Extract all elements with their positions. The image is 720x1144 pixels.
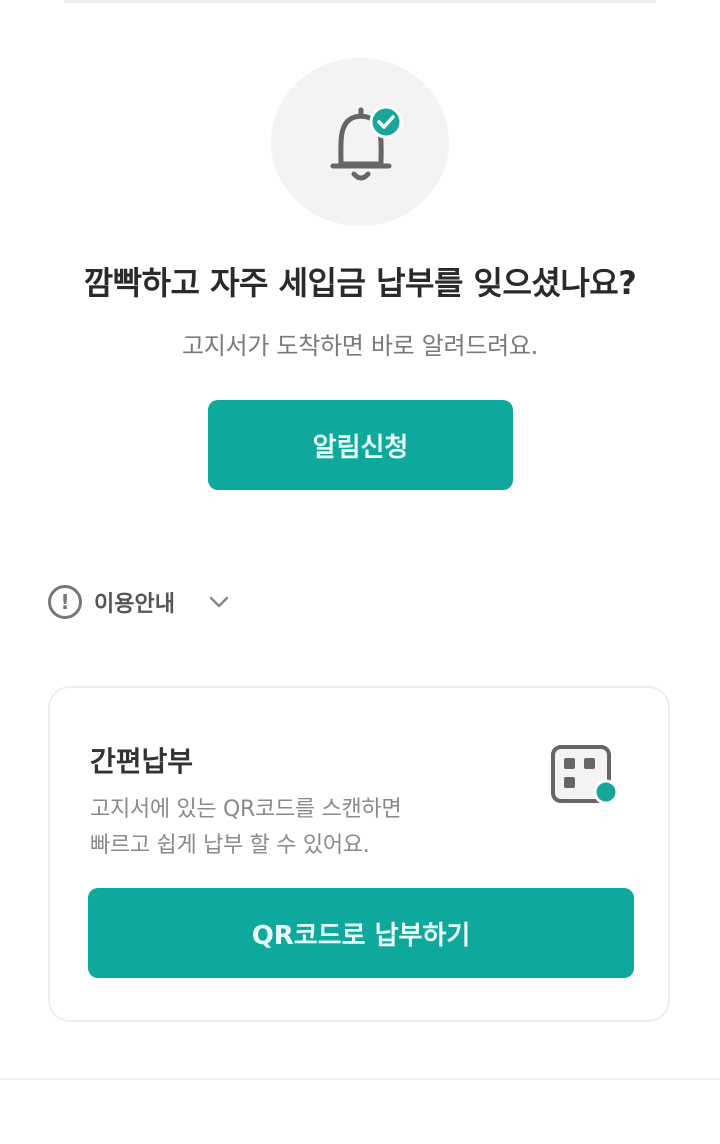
top-divider xyxy=(64,0,656,3)
qr-scan-icon xyxy=(551,745,619,805)
info-circle-icon: ! xyxy=(48,585,82,619)
easy-pay-desc-line2: 빠르고 쉽게 납부 할 수 있어요. xyxy=(90,833,370,858)
notice-subline: 고지서가 도착하면 바로 알려드려요. xyxy=(181,332,538,360)
easy-pay-description: 고지서에 있는 QR코드를 스캔하면 빠르고 쉽게 납부 할 수 있어요. xyxy=(90,792,490,864)
easy-pay-desc-line1: 고지서에 있는 QR코드를 스캔하면 xyxy=(90,797,402,822)
subscribe-alert-button[interactable]: 알림신청 xyxy=(208,400,513,490)
usage-guide-label: 이용안내 xyxy=(94,592,175,617)
usage-guide-toggle[interactable]: ! 이용안내 xyxy=(48,582,233,622)
notice-headline: 깜빡하고 자주 세입금 납부를 잊으셨나요? xyxy=(83,264,637,302)
chevron-down-icon xyxy=(209,596,229,608)
bottom-divider xyxy=(0,1078,720,1080)
easy-pay-title: 간편납부 xyxy=(90,745,194,778)
qr-pay-button[interactable]: QR코드로 납부하기 xyxy=(88,888,634,978)
bell-icon-container xyxy=(271,58,449,226)
bell-check-icon xyxy=(330,105,403,181)
easy-pay-card: 간편납부 고지서에 있는 QR코드를 스캔하면 빠르고 쉽게 납부 할 수 있어… xyxy=(48,686,670,1022)
